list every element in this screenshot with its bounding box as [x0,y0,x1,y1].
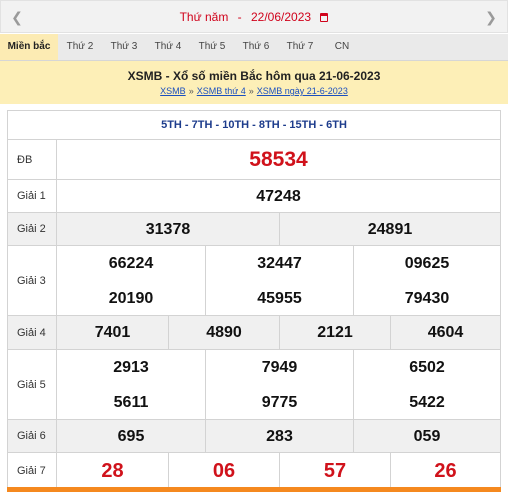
tab-thu-5[interactable]: Thứ 5 [190,34,234,60]
tab-cn[interactable]: CN [322,34,362,60]
prize-label: Giải 7 [8,453,57,489]
prize-number: 2121 [279,316,390,350]
prize-number: 45955 [205,281,353,316]
breadcrumb-separator: » [188,86,194,96]
result-header: XSMB - Xổ số miền Bắc hôm qua 21-06-2023… [0,61,508,104]
prize-number: 283 [205,420,353,453]
prize-label: Giải 1 [8,180,57,212]
prize-row-g4: Giải 4 7401 4890 2121 4604 [8,315,500,350]
prize-number: 6502 [353,350,500,385]
prize-number: 9775 [205,385,353,420]
tab-thu-3[interactable]: Thứ 3 [102,34,146,60]
breadcrumb-link-xsmb-date[interactable]: XSMB ngày 21-6-2023 [257,86,348,96]
prize-number: 059 [353,420,500,453]
prize-row-g3: Giải 3 66224 32447 09625 20190 45955 794… [8,245,500,316]
breadcrumb-link-xsmb-thu-4[interactable]: XSMB thứ 4 [197,86,246,96]
prize-number: 28 [101,460,124,482]
digit-filter: 5TH - 7TH - 10TH - 8TH - 15TH - 6TH [8,111,500,139]
prize-label: Giải 5 [8,350,57,419]
breadcrumb: XSMB» XSMB thứ 4» XSMB ngày 21-6-2023 [0,86,508,96]
date-separator: - [237,10,242,24]
breadcrumb-separator: » [248,86,254,96]
date-navigation: ❮ Thứ năm - 22/06/2023 ❯ [0,0,508,33]
tab-mien-bac[interactable]: Miền bắc [0,34,58,60]
tab-thu-6[interactable]: Thứ 6 [234,34,278,60]
prize-number: 5611 [113,393,149,411]
prize-row-db: ĐB 58534 [8,139,500,179]
results-table: 5TH - 7TH - 10TH - 8TH - 15TH - 6TH ĐB 5… [7,110,501,490]
prize-row-g6: Giải 6 695 283 059 [8,419,500,453]
chevron-right-icon[interactable]: ❯ [484,10,498,24]
weekday-label: Thứ năm [179,10,229,24]
prize-label: Giải 4 [8,316,57,349]
prize-number: 79430 [353,281,500,316]
breadcrumb-link-xsmb[interactable]: XSMB [160,86,186,96]
date-value: 22/06/2023 [251,10,312,24]
prize-number: 57 [279,453,390,490]
prize-label: Giải 3 [8,246,57,315]
prize-number: 24891 [279,213,500,246]
digit-filter-options[interactable]: 5TH - 7TH - 10TH - 8TH - 15TH - 6TH [161,119,347,131]
prize-number: 4890 [168,316,279,350]
calendar-icon[interactable] [320,13,329,22]
prize-number: 66224 [108,254,154,272]
prize-number: 26 [390,453,500,490]
day-tabs: Miền bắc Thứ 2 Thứ 3 Thứ 4 Thứ 5 Thứ 6 T… [0,34,508,61]
prize-number: 5422 [353,385,500,420]
bottom-accent-bar [7,487,501,492]
prize-row-g7: Giải 7 28 06 57 26 [8,452,500,490]
prize-number: 20190 [108,289,154,307]
prize-number: 31378 [145,220,191,238]
prize-row-g2: Giải 2 31378 24891 [8,212,500,246]
prize-row-g1: Giải 1 47248 [8,179,500,212]
tab-thu-4[interactable]: Thứ 4 [146,34,190,60]
prize-number: 47248 [256,187,301,205]
prize-number: 4604 [390,316,500,350]
tab-thu-7[interactable]: Thứ 7 [278,34,322,60]
prize-label: ĐB [8,140,57,179]
prize-number: 06 [168,453,279,490]
prize-number: 7401 [94,324,131,341]
prize-number: 695 [117,427,145,445]
prize-label: Giải 2 [8,213,57,245]
special-prize-number: 58534 [249,148,308,171]
prize-number: 2913 [113,358,149,376]
prize-number: 7949 [205,350,353,385]
prize-row-g5: Giải 5 2913 7949 6502 5611 9775 5422 [8,349,500,420]
page-title: XSMB - Xổ số miền Bắc hôm qua 21-06-2023 [127,69,381,83]
tab-thu-2[interactable]: Thứ 2 [58,34,102,60]
date-picker[interactable]: Thứ năm - 22/06/2023 [1,10,507,24]
prize-number: 32447 [205,246,353,281]
prize-label: Giải 6 [8,420,57,452]
prize-number: 09625 [353,246,500,281]
